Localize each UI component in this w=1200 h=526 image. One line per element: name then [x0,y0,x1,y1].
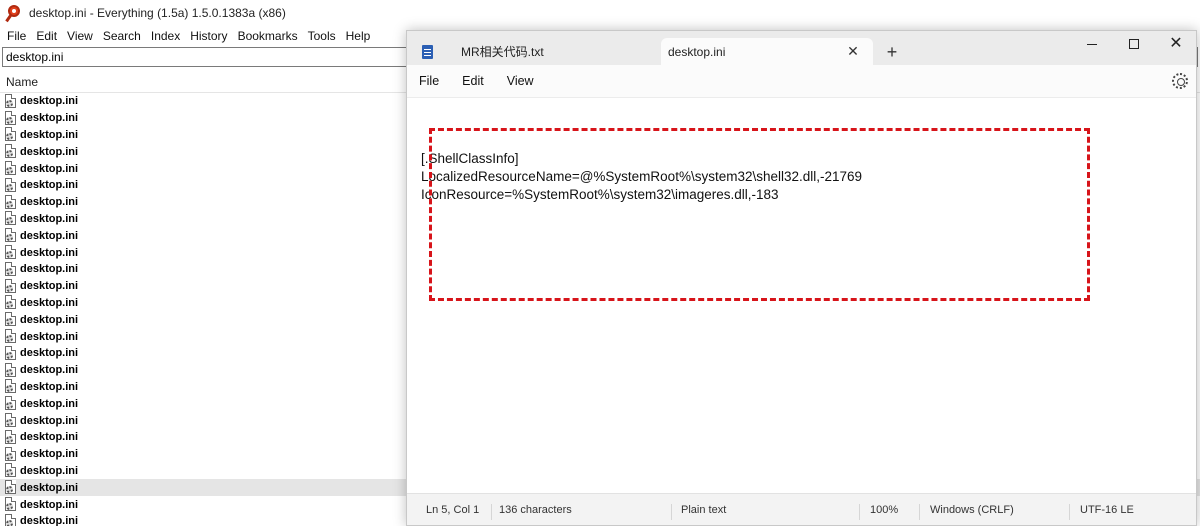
ini-settings-file-icon [4,93,17,109]
ini-settings-file-icon [4,446,17,462]
character-count: 136 characters [499,504,572,516]
tab-mr-code[interactable]: MR相关代码.txt [417,38,657,65]
file-name: desktop.ini [20,414,79,427]
ini-settings-file-icon [4,379,17,394]
ini-settings-file-icon [4,312,17,327]
line-endings[interactable]: Windows (CRLF) [930,504,1014,516]
file-name: desktop.ini [20,112,79,125]
ini-settings-file-icon [4,144,17,159]
minimize-icon [1087,43,1097,45]
menu-bookmarks[interactable]: Bookmarks [233,26,303,46]
file-name: desktop.ini [20,128,79,141]
tab-label: desktop.ini [668,44,726,59]
ini-settings-file-icon [4,513,17,526]
ini-settings-file-icon [4,345,17,361]
menu-edit[interactable]: Edit [31,26,62,46]
file-name: desktop.ini [20,464,79,477]
notepad-document-icon [422,44,433,59]
everything-search-icon [5,5,23,23]
file-name: desktop.ini [20,162,79,175]
file-name: desktop.ini [20,431,79,444]
ini-settings-file-icon [4,177,17,193]
ini-settings-file-icon [4,110,17,126]
menu-file[interactable]: File [411,74,447,88]
text-editor[interactable]: ​[.ShellClassInfo]LocalizedResourceName=… [407,97,1196,495]
cursor-position[interactable]: Ln 5, Col 1 [426,504,479,516]
file-name: desktop.ini [20,313,79,326]
file-name: desktop.ini [20,229,79,242]
ini-settings-file-icon [4,497,17,512]
file-name: desktop.ini [20,448,79,461]
notepad-menubar: File Edit View [407,65,1196,97]
tab-strip: MR相关代码.txt desktop.ini ✕ + ✕ [407,31,1196,65]
ini-settings-file-icon [4,161,17,176]
file-name: desktop.ini [20,364,79,377]
menu-view[interactable]: View [62,26,98,46]
ini-settings-file-icon [4,463,17,478]
editor-content[interactable]: ​[.ShellClassInfo]LocalizedResourceName=… [421,128,1121,301]
file-name: desktop.ini [20,397,79,410]
menu-file[interactable]: File [2,26,31,46]
file-name: desktop.ini [20,330,79,343]
ini-settings-file-icon [4,429,17,445]
ini-settings-file-icon [4,245,17,260]
file-name: desktop.ini [20,212,79,225]
column-header-label: Name [6,74,39,89]
ini-settings-file-icon [4,295,17,310]
notepad-window: MR相关代码.txt desktop.ini ✕ + ✕ File Edit Vie… [406,30,1197,526]
ini-settings-file-icon [4,396,17,411]
file-name: desktop.ini [20,246,79,259]
tab-label: MR相关代码.txt [461,45,544,59]
file-name: desktop.ini [20,179,79,192]
ini-settings-file-icon [4,413,17,428]
ini-settings-file-icon [4,211,17,226]
file-name: desktop.ini [20,263,79,276]
menu-tools[interactable]: Tools [303,26,341,46]
tab-desktop-ini[interactable]: desktop.ini ✕ [661,38,873,65]
window-title: desktop.ini - Everything (1.5a) 1.5.0.13… [29,6,286,20]
file-name: desktop.ini [20,296,79,309]
ini-settings-file-icon [4,261,17,277]
file-name: desktop.ini [20,380,79,393]
menu-help[interactable]: Help [341,26,376,46]
ini-settings-file-icon [4,127,17,142]
highlight-annotation [429,128,1090,301]
file-name: desktop.ini [20,498,79,511]
menu-search[interactable]: Search [98,26,146,46]
ini-settings-file-icon [4,278,17,294]
close-icon[interactable]: ✕ [841,42,865,62]
minimize-button[interactable] [1072,31,1112,57]
file-name: desktop.ini [20,347,79,360]
file-name: desktop.ini [20,515,79,526]
ini-settings-file-icon [4,480,17,495]
gear-icon[interactable] [1172,73,1188,89]
ini-settings-file-icon [4,329,17,344]
file-name: desktop.ini [20,145,79,158]
file-name: desktop.ini [20,280,79,293]
close-icon: ✕ [1169,35,1183,52]
status-bar: Ln 5, Col 1 136 characters Plain text 10… [407,493,1196,525]
ini-settings-file-icon [4,228,17,243]
encoding[interactable]: UTF-16 LE [1080,504,1134,516]
file-name: desktop.ini [20,95,79,108]
ini-settings-file-icon [4,362,17,378]
text-type: Plain text [681,504,727,516]
close-window-button[interactable]: ✕ [1156,31,1196,57]
everything-titlebar[interactable]: desktop.ini - Everything (1.5a) 1.5.0.13… [0,0,1200,26]
desktop-screen: desktop.ini - Everything (1.5a) 1.5.0.13… [0,0,1200,526]
menu-view[interactable]: View [499,74,542,88]
menu-index[interactable]: Index [146,26,185,46]
maximize-button[interactable] [1114,31,1154,57]
ini-settings-file-icon [4,194,17,210]
new-tab-button[interactable]: + [881,42,903,62]
file-name: desktop.ini [20,481,79,494]
zoom-level[interactable]: 100% [870,504,898,516]
menu-edit[interactable]: Edit [454,74,492,88]
maximize-icon [1129,39,1139,49]
file-name: desktop.ini [20,196,79,209]
menu-history[interactable]: History [185,26,232,46]
